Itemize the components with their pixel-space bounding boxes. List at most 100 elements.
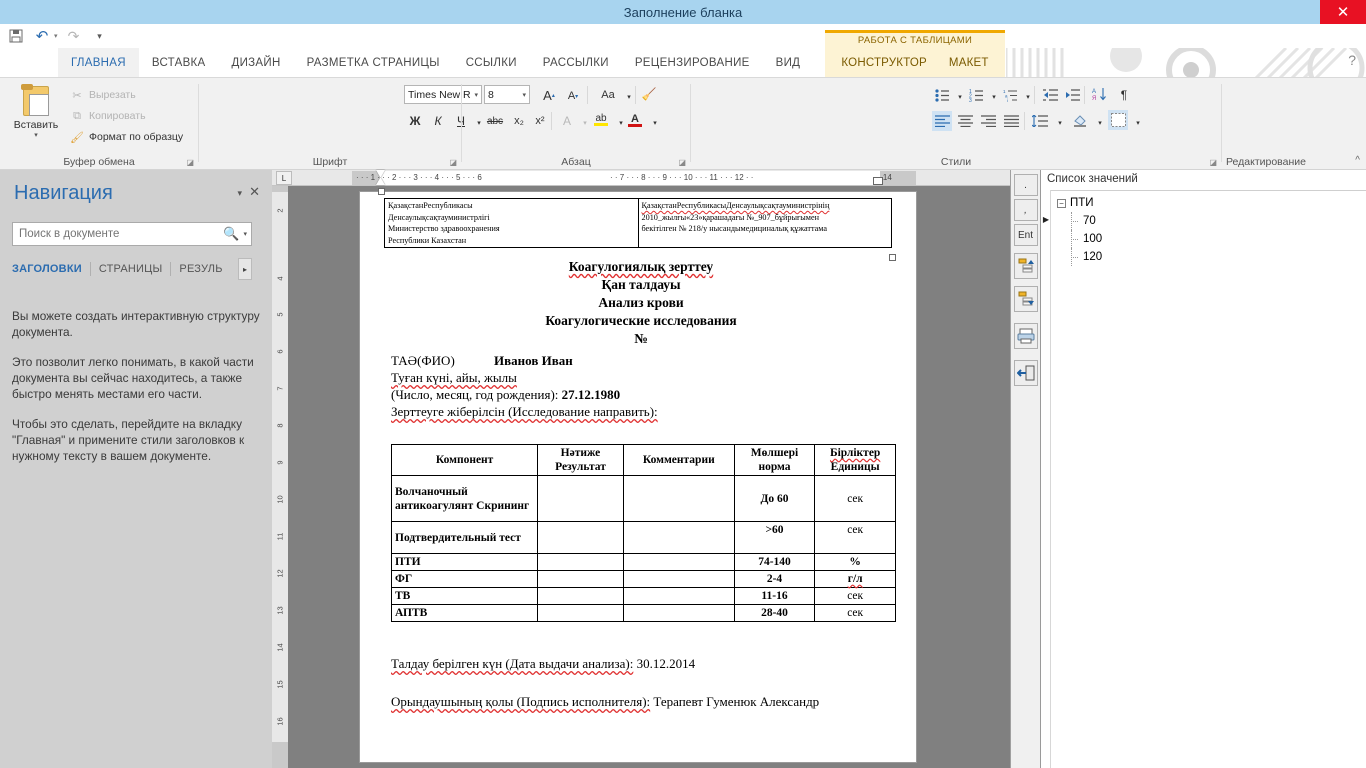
document-page[interactable]: ҚазақстанРеспубликасы Денсаулықсақтаумин… <box>360 188 916 762</box>
cell-comment[interactable] <box>622 553 735 571</box>
right-indent-marker[interactable] <box>873 177 883 185</box>
cell-unit[interactable]: г/л <box>814 570 896 588</box>
cell-unit[interactable]: сек <box>814 521 896 554</box>
tab-view[interactable]: ВИД <box>763 48 814 78</box>
nav-tab-headings[interactable]: ЗАГОЛОВКИ <box>12 263 90 275</box>
table-row[interactable]: ТВ 11-16 сек <box>390 587 896 605</box>
nav-tab-results[interactable]: РЕЗУЛЬ <box>179 263 230 275</box>
move-down-button[interactable] <box>1013 286 1038 312</box>
print-button[interactable] <box>1013 323 1038 349</box>
cell-result[interactable] <box>537 553 624 571</box>
navigation-close-icon[interactable]: ✕ <box>249 184 260 200</box>
tab-references[interactable]: ССЫЛКИ <box>453 48 530 78</box>
tab-table-design[interactable]: КОНСТРУКТОР <box>841 57 927 69</box>
close-icon[interactable]: ✕ <box>1320 0 1366 24</box>
copy-button[interactable]: ⧉ Копировать <box>70 109 145 123</box>
tree-node-root[interactable]: − ПТИ <box>1057 194 1102 212</box>
move-up-button[interactable] <box>1013 253 1038 279</box>
cell-comment[interactable] <box>622 475 735 522</box>
cell-component[interactable]: ПТИ <box>390 553 539 571</box>
font-dialog-launcher[interactable]: ◪ <box>449 158 457 167</box>
table-row[interactable]: ФГ 2-4 г/л <box>390 570 896 588</box>
analysis-table[interactable]: Компонент Нәтиже Результат Комментарии Мө… <box>390 444 896 622</box>
cell-unit[interactable]: сек <box>814 587 896 605</box>
exit-button[interactable] <box>1013 360 1038 386</box>
cell-unit[interactable]: сек <box>814 475 896 522</box>
italic-icon[interactable]: К <box>428 111 448 131</box>
comma-button[interactable]: , <box>1013 199 1038 221</box>
cell-norm[interactable]: 11-16 <box>733 587 816 605</box>
customize-qat-icon[interactable]: ▾ <box>90 26 110 46</box>
table-move-handle[interactable] <box>378 188 385 195</box>
dot-button[interactable]: . <box>1013 174 1038 196</box>
cell-result[interactable] <box>537 521 624 554</box>
cell-component[interactable]: ФГ <box>390 570 539 588</box>
tree-child-item[interactable]: 70 <box>1057 212 1102 230</box>
tab-review[interactable]: РЕЦЕНЗИРОВАНИЕ <box>622 48 763 78</box>
cell-component[interactable]: АПТВ <box>390 604 539 622</box>
search-options-dropdown-icon[interactable]: ▾ <box>243 230 247 238</box>
enter-button[interactable]: Ent <box>1013 224 1038 246</box>
cell-norm[interactable]: До 60 <box>733 475 816 522</box>
tab-home[interactable]: ГЛАВНАЯ <box>58 48 139 78</box>
cell-unit[interactable]: сек <box>814 604 896 622</box>
redo-icon[interactable]: ↷ <box>64 26 84 46</box>
navigation-menu-icon[interactable]: ▾ <box>237 188 242 199</box>
table-row[interactable]: Волчаночный антикоагулянт Скрининг До 60… <box>390 475 896 522</box>
cell-component[interactable]: Подтвердительный тест <box>390 521 539 554</box>
first-line-indent-marker[interactable] <box>376 170 385 177</box>
tab-stop-selector[interactable]: L <box>276 171 292 185</box>
cell-norm[interactable]: 74-140 <box>733 553 816 571</box>
save-icon[interactable] <box>6 26 26 46</box>
undo-icon[interactable]: ↶ <box>32 26 52 46</box>
nav-tabs-more-icon[interactable]: ▸ <box>238 258 252 280</box>
header-cell-left[interactable]: ҚазақстанРеспубликасы Денсаулықсақтаумин… <box>384 198 639 248</box>
tab-page-layout[interactable]: РАЗМЕТКА СТРАНИЦЫ <box>294 48 453 78</box>
cell-component[interactable]: ТВ <box>390 587 539 605</box>
tab-table-layout[interactable]: МАКЕТ <box>949 57 989 69</box>
collapse-ribbon-icon[interactable]: ^ <box>1355 155 1360 166</box>
cell-norm[interactable]: 2-4 <box>733 570 816 588</box>
cell-unit[interactable]: % <box>814 553 896 571</box>
values-tree[interactable]: − ПТИ 70 100 120 <box>1057 194 1102 266</box>
horizontal-ruler[interactable]: L · · · 1 · · · 2 · · · 3 · · · 4 · · · … <box>272 170 1010 186</box>
cell-result[interactable] <box>537 604 624 622</box>
table-row[interactable]: Подтвердительный тест >60 сек <box>390 521 896 554</box>
cell-comment[interactable] <box>622 570 735 588</box>
collapse-icon[interactable]: − <box>1057 198 1066 208</box>
cell-norm[interactable]: >60 <box>733 521 816 554</box>
bold-icon[interactable]: Ж <box>405 111 425 131</box>
cell-result[interactable] <box>537 570 624 588</box>
table-row[interactable]: ПТИ 74-140 % <box>390 553 896 571</box>
paste-dropdown-icon[interactable]: ▾ <box>8 131 64 139</box>
paragraph-dialog-launcher[interactable]: ◪ <box>678 158 686 167</box>
cell-result[interactable] <box>537 587 624 605</box>
header-cell-right[interactable]: ҚазақстанРеспубликасыДенсаулықсақтаумини… <box>637 198 892 248</box>
tree-child-item[interactable]: 100 <box>1057 230 1102 248</box>
cut-button[interactable]: ✂ Вырезать <box>70 88 135 102</box>
navigation-search[interactable]: 🔍 ▾ <box>12 222 252 246</box>
search-icon[interactable]: 🔍 <box>223 226 239 242</box>
styles-dialog-launcher[interactable]: ◪ <box>1209 158 1217 167</box>
clipboard-dialog-launcher[interactable]: ◪ <box>186 158 194 167</box>
table-row[interactable]: АПТВ 28-40 сек <box>390 604 896 622</box>
cell-comment[interactable] <box>622 587 735 605</box>
hanging-indent-marker[interactable] <box>376 178 385 185</box>
cell-comment[interactable] <box>622 604 735 622</box>
cell-result[interactable] <box>537 475 624 522</box>
nav-tab-pages[interactable]: СТРАНИЦЫ <box>99 263 171 275</box>
search-input[interactable] <box>17 227 224 241</box>
cell-norm[interactable]: 28-40 <box>733 604 816 622</box>
document-header-table[interactable]: ҚазақстанРеспубликасы Денсаулықсақтаумин… <box>384 198 892 248</box>
undo-dropdown-icon[interactable]: ▾ <box>54 32 58 40</box>
cell-component[interactable]: Волчаночный антикоагулянт Скрининг <box>390 475 539 522</box>
tab-design[interactable]: ДИЗАЙН <box>219 48 294 78</box>
help-icon[interactable]: ? <box>1348 52 1356 68</box>
tree-child-item[interactable]: 120 <box>1057 248 1102 266</box>
vertical-ruler[interactable]: 2 4 5 6 7 8 9 10 11 12 13 14 15 16 <box>272 186 288 768</box>
format-painter-button[interactable]: 🖌 Формат по образцу <box>70 130 183 144</box>
cell-comment[interactable] <box>622 521 735 554</box>
tab-mailings[interactable]: РАССЫЛКИ <box>530 48 622 78</box>
tab-insert[interactable]: ВСТАВКА <box>139 48 219 78</box>
paste-button[interactable]: Вставить ▾ <box>8 84 64 139</box>
